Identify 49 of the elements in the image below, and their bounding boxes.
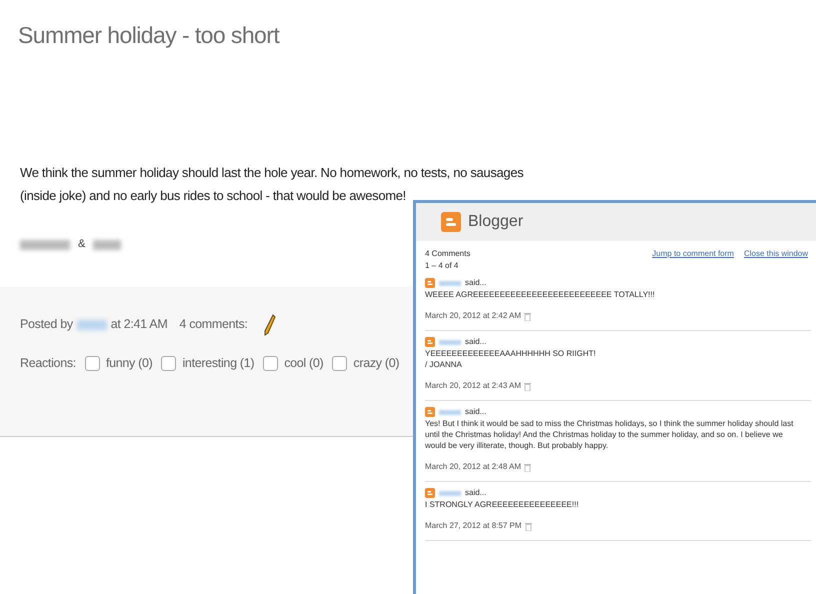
trash-icon[interactable]	[524, 522, 532, 530]
post-body: We think the summer holiday should last the hole year. No homework, no tests, no sausages (inside joke) and no early bus rides to school - that would be awesome!	[19, 164, 524, 205]
window-link[interactable]: Close this window	[744, 248, 808, 260]
blurred-name[interactable]	[439, 410, 461, 414]
pencil-icon[interactable]	[264, 314, 276, 336]
comment-text: I STRONGLY AGREEEEEEEEEEEEEEE!!!	[425, 499, 580, 510]
blogger-logo-icon	[441, 212, 461, 232]
trash-icon[interactable]	[524, 462, 532, 472]
blurred-name	[20, 240, 70, 250]
comment-date: March 20, 2012 at 2:42 AM	[425, 310, 522, 322]
blogger-icon	[425, 337, 435, 347]
comment-text: Yes! But I think it would be sad to miss the Christmas holidays, so I think the summer holiday should last until the Christmas holiday! And the Christmas holiday to the summer holiday, and so on. I believe we would be very illiterate, though. But probably happy.	[425, 418, 794, 451]
comment-range: 1 – 4 of 4	[425, 260, 460, 272]
blogger-icon	[425, 407, 435, 417]
reaction-checkbox[interactable]	[84, 356, 100, 371]
signature-separator: &	[78, 237, 86, 252]
blogger-icon	[425, 278, 435, 288]
reaction-checkbox[interactable]	[161, 356, 176, 371]
reactions-label: Reactions:	[20, 355, 76, 372]
blurred-name[interactable]	[439, 340, 461, 344]
window-title: Blogger	[468, 212, 524, 232]
reaction-label[interactable]: funny (0)	[106, 354, 152, 373]
comments-link[interactable]: 4 comments:	[179, 315, 248, 334]
reaction-checkbox[interactable]	[263, 356, 278, 371]
said-label: said...	[465, 277, 486, 289]
post-time: at 2:41 AM	[110, 316, 168, 334]
posted-by-label: Posted by	[20, 316, 73, 334]
window-link[interactable]: Jump to comment form	[652, 248, 734, 260]
blurred-name[interactable]	[76, 320, 107, 330]
comment-date: March 27, 2012 at 8:57 PM	[425, 520, 522, 532]
comment-count: 4 Comments	[425, 248, 470, 260]
comment-text: WEEEE AGREEEEEEEEEEEEEEEEEEEEEEEEEE TOTALLY!!!	[425, 289, 656, 300]
said-label: said...	[465, 336, 486, 348]
reaction-label[interactable]: crazy (0)	[353, 354, 400, 373]
reaction-checkbox[interactable]	[332, 356, 348, 371]
comment-date: March 20, 2012 at 2:43 AM	[425, 380, 522, 392]
blurred-name	[93, 240, 122, 250]
blurred-name[interactable]	[439, 490, 461, 496]
comment-date: March 20, 2012 at 2:48 AM	[425, 461, 522, 473]
trash-icon[interactable]	[524, 382, 532, 390]
blogger-icon	[425, 488, 435, 498]
blurred-name[interactable]	[439, 280, 461, 286]
comment-text: YEEEEEEEEEEEEEAAAHHHHHH SO RIIGHT! / JOANNA	[425, 348, 597, 370]
trash-icon[interactable]	[524, 312, 532, 320]
reaction-label[interactable]: cool (0)	[284, 354, 324, 373]
reaction-label[interactable]: interesting (1)	[182, 354, 254, 373]
post-title: Summer holiday - too short	[17, 21, 281, 50]
said-label: said...	[465, 406, 486, 418]
said-label: said...	[465, 487, 486, 499]
